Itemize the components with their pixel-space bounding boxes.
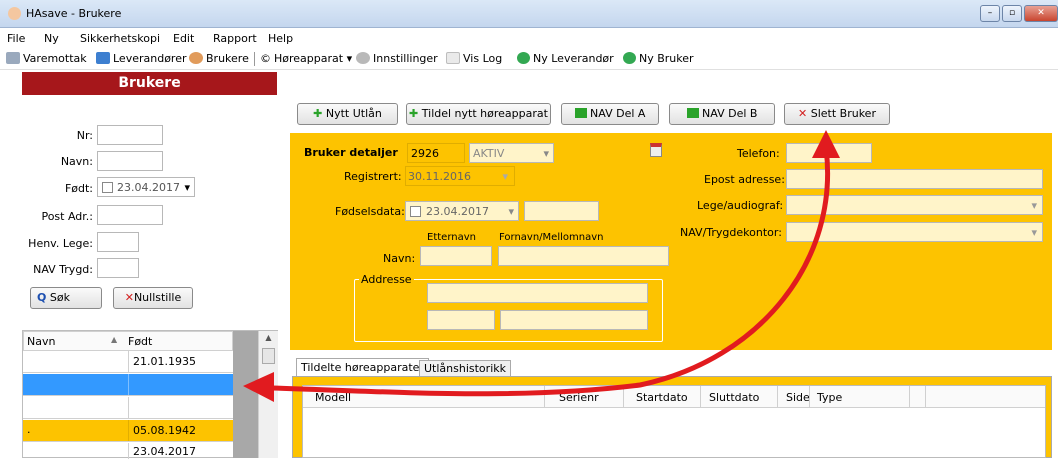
arrowhead-up (812, 130, 840, 158)
arrow-curve (271, 147, 830, 397)
arrowhead-left (243, 372, 274, 402)
annotation-arrow (243, 130, 840, 402)
